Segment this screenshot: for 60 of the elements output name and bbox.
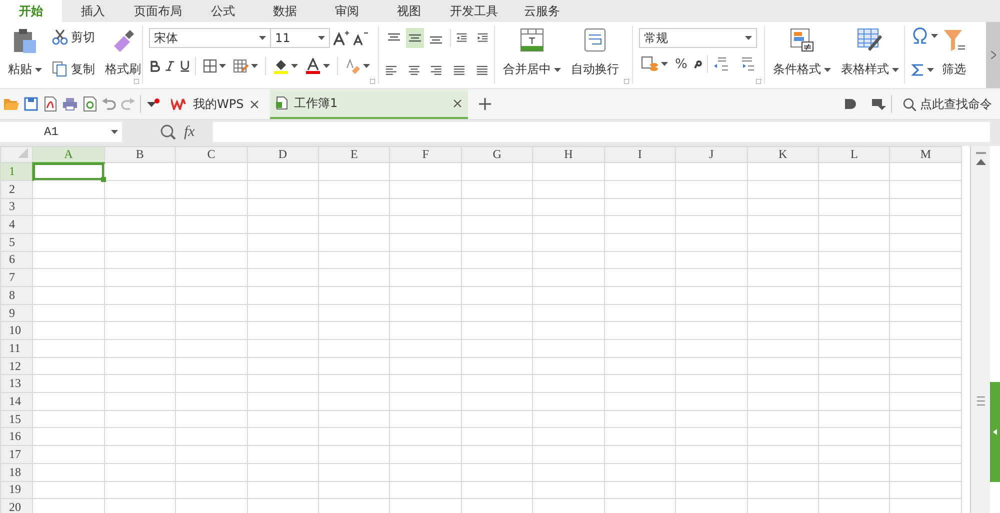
document-tab[interactable]: 我的WPS [165,89,265,119]
row-header[interactable]: 5 [0,233,33,252]
menu-tab[interactable]: 开发工具 [440,0,508,22]
menu-tab[interactable]: 审阅 [316,0,378,22]
row-header[interactable]: 11 [0,340,33,358]
tab-label: 工作簿1 [294,94,338,112]
menu-tab[interactable]: 页面布局 [124,0,192,22]
percent-button[interactable]: % [673,54,690,74]
menu-tab[interactable]: 插入 [62,0,124,22]
row-header[interactable]: 15 [0,410,33,428]
column-header[interactable]: H [532,146,604,163]
row-header[interactable]: 13 [0,374,33,393]
column-header[interactable]: M [890,146,962,163]
font-name-select[interactable]: 宋体 [149,28,271,48]
insert-function-label[interactable]: fx [184,124,195,140]
copy-button[interactable]: 复制 [50,58,97,80]
column-header[interactable]: J [676,146,748,163]
row-header[interactable]: 2 [0,180,33,198]
menu-tab[interactable]: 开始 [0,0,62,22]
column-header[interactable]: C [176,146,247,163]
column-header[interactable]: I [604,146,676,163]
row-header[interactable]: 8 [0,286,33,304]
row-header[interactable]: 10 [0,322,33,340]
column-header[interactable]: E [318,146,390,163]
menu-tab[interactable]: 公式 [192,0,254,22]
conditional-format-button[interactable]: 条件格式 [771,26,833,82]
column-header[interactable]: F [390,146,462,163]
row-header[interactable]: 6 [0,251,33,269]
row-header[interactable]: 7 [0,268,33,286]
column-header[interactable]: K [747,146,818,163]
row-header[interactable]: 9 [0,304,33,322]
menu-tab[interactable]: 视图 [378,0,440,22]
row-header[interactable]: 16 [0,428,33,446]
column-header[interactable]: G [461,146,533,163]
row-header[interactable]: 18 [0,463,33,482]
row-header[interactable]: 20 [0,498,33,513]
row-header[interactable]: 17 [0,446,33,464]
table-style-button[interactable]: 表格样式 [839,26,901,82]
number-format-select[interactable]: 常规 [639,28,757,48]
cut-button[interactable]: 剪切 [50,26,97,48]
row-header[interactable]: 4 [0,216,33,234]
merge-center-button[interactable]: 合并居中 [501,26,563,82]
font-size-select[interactable]: 11 [270,28,330,48]
row-header[interactable]: 3 [0,198,33,216]
document-tab[interactable]: 工作簿1 [270,89,468,119]
format-painter-button[interactable]: 格式刷 [103,26,143,82]
row-header[interactable]: 12 [0,357,33,375]
menu-tab[interactable]: 云服务 [508,0,576,22]
filter-button[interactable]: 筛选 [940,26,968,82]
paste-button[interactable]: 粘贴 [6,26,44,82]
tab-label: 我的WPS [193,96,244,112]
row-header[interactable]: 14 [0,392,33,410]
command-search-button[interactable]: 点此查找命令 [897,94,1000,114]
name-box[interactable]: A1 [0,122,122,142]
row-header[interactable]: 19 [0,481,33,499]
column-header[interactable]: L [818,146,890,163]
column-header[interactable]: D [247,146,318,163]
column-header[interactable]: B [104,146,176,163]
wrap-text-button[interactable]: 自动换行 [569,26,621,82]
menu-tab[interactable]: 数据 [254,0,316,22]
